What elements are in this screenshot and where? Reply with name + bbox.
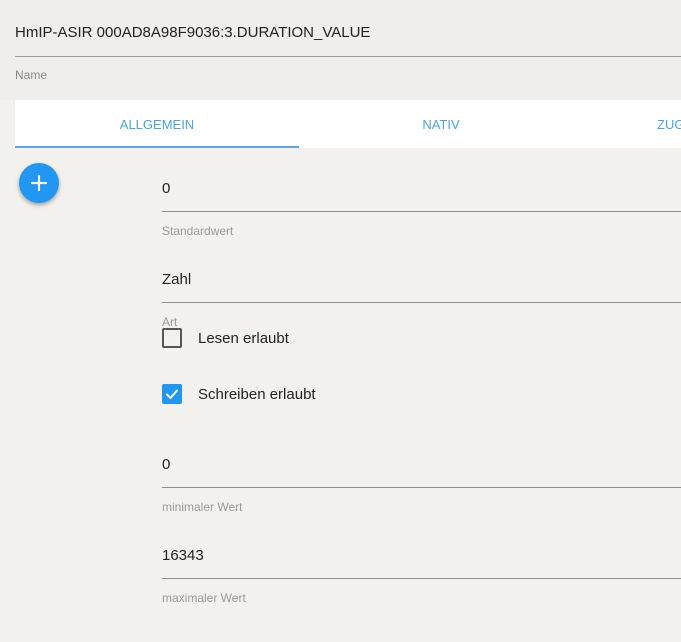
max-value-label: maximaler Wert (162, 591, 246, 605)
read-allowed-checkbox[interactable] (162, 328, 182, 348)
read-allowed-checkbox-row[interactable]: Lesen erlaubt (162, 327, 289, 349)
tab-zug[interactable]: ZUG (583, 100, 681, 148)
write-allowed-checkbox-row[interactable]: Schreiben erlaubt (162, 383, 316, 405)
tab-allgemein[interactable]: ALLGEMEIN (15, 100, 299, 148)
max-value-field[interactable]: 16343 (162, 533, 681, 579)
add-button[interactable] (19, 163, 59, 203)
min-value-label: minimaler Wert (162, 500, 243, 514)
write-allowed-label: Schreiben erlaubt (198, 385, 316, 403)
default-value-field[interactable]: 0 (162, 166, 681, 212)
default-value-label: Standardwert (162, 224, 234, 238)
min-value-field[interactable]: 0 (162, 442, 681, 488)
checkmark-icon (166, 389, 178, 399)
read-allowed-label: Lesen erlaubt (198, 329, 289, 347)
tab-bar: ALLGEMEIN NATIV ZUG (15, 100, 681, 148)
name-input[interactable]: HmIP-ASIR 000AD8A98F9036:3.DURATION_VALU… (15, 14, 681, 57)
write-allowed-checkbox[interactable] (162, 384, 182, 404)
type-select[interactable]: Zahl (162, 257, 681, 303)
tab-nativ[interactable]: NATIV (299, 100, 583, 148)
plus-icon (31, 175, 47, 191)
header-area: HmIP-ASIR 000AD8A98F9036:3.DURATION_VALU… (0, 0, 681, 100)
name-label: Name (15, 68, 48, 82)
